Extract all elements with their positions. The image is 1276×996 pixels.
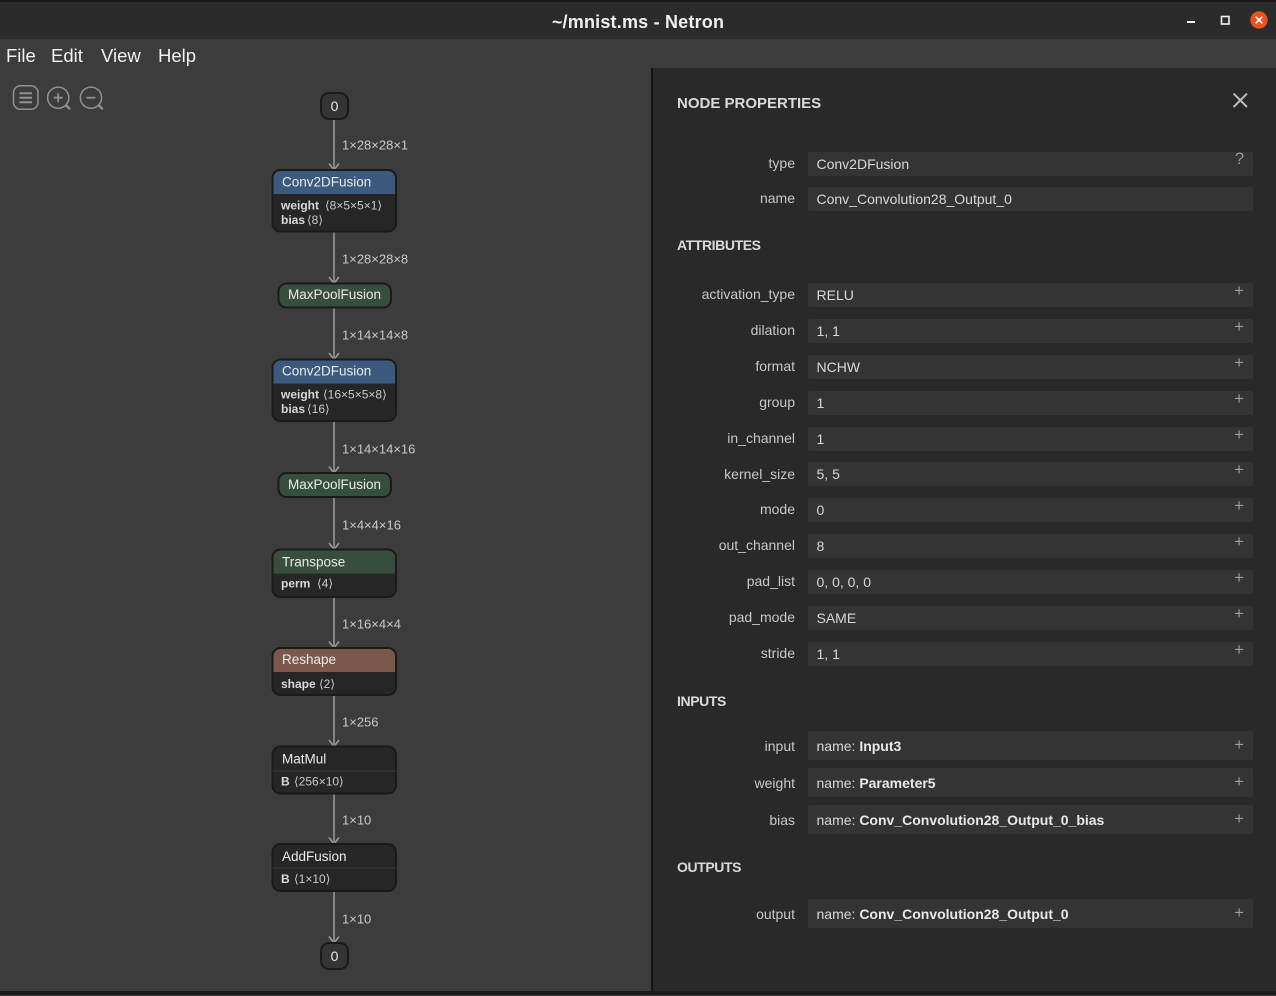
svg-text:bias: bias [281,402,305,416]
svg-text:1×10: 1×10 [342,813,371,828]
svg-text:1×14×14×8: 1×14×14×8 [342,328,408,343]
svg-text:B: B [281,872,290,886]
svg-text:MatMul: MatMul [282,751,326,766]
svg-text:1×28×28×1: 1×28×28×1 [342,138,408,153]
svg-text:⟨8⟩: ⟨8⟩ [307,213,323,227]
svg-text:Conv2DFusion: Conv2DFusion [282,364,371,379]
svg-text:1×14×14×16: 1×14×14×16 [342,442,415,457]
svg-text:⟨16×5×5×8⟩: ⟨16×5×5×8⟩ [323,388,387,402]
svg-text:1×16×4×4: 1×16×4×4 [342,617,401,632]
svg-text:shape: shape [281,677,316,691]
svg-text:0: 0 [331,98,339,114]
svg-text:⟨8×5×5×1⟩: ⟨8×5×5×1⟩ [325,199,382,213]
svg-text:⟨256×10⟩: ⟨256×10⟩ [294,774,344,788]
svg-text:⟨4⟩: ⟨4⟩ [317,577,333,591]
svg-text:⟨1×10⟩: ⟨1×10⟩ [294,872,330,886]
svg-text:AddFusion: AddFusion [282,849,347,864]
svg-text:weight: weight [280,388,319,402]
svg-text:bias: bias [281,213,305,227]
svg-text:weight: weight [280,199,319,213]
svg-text:perm: perm [281,577,310,591]
svg-text:0: 0 [331,948,339,964]
svg-text:⟨16⟩: ⟨16⟩ [307,402,330,416]
svg-text:1×4×4×16: 1×4×4×16 [342,518,401,533]
svg-text:MaxPoolFusion: MaxPoolFusion [288,287,381,302]
svg-text:MaxPoolFusion: MaxPoolFusion [288,477,381,492]
svg-text:Transpose: Transpose [282,554,345,569]
svg-text:1×28×28×8: 1×28×28×8 [342,252,408,267]
svg-text:B: B [281,774,290,788]
svg-text:1×10: 1×10 [342,912,371,927]
svg-text:Reshape: Reshape [282,652,336,667]
svg-text:Conv2DFusion: Conv2DFusion [282,175,371,190]
svg-text:⟨2⟩: ⟨2⟩ [319,677,335,691]
svg-text:1×256: 1×256 [342,715,379,730]
